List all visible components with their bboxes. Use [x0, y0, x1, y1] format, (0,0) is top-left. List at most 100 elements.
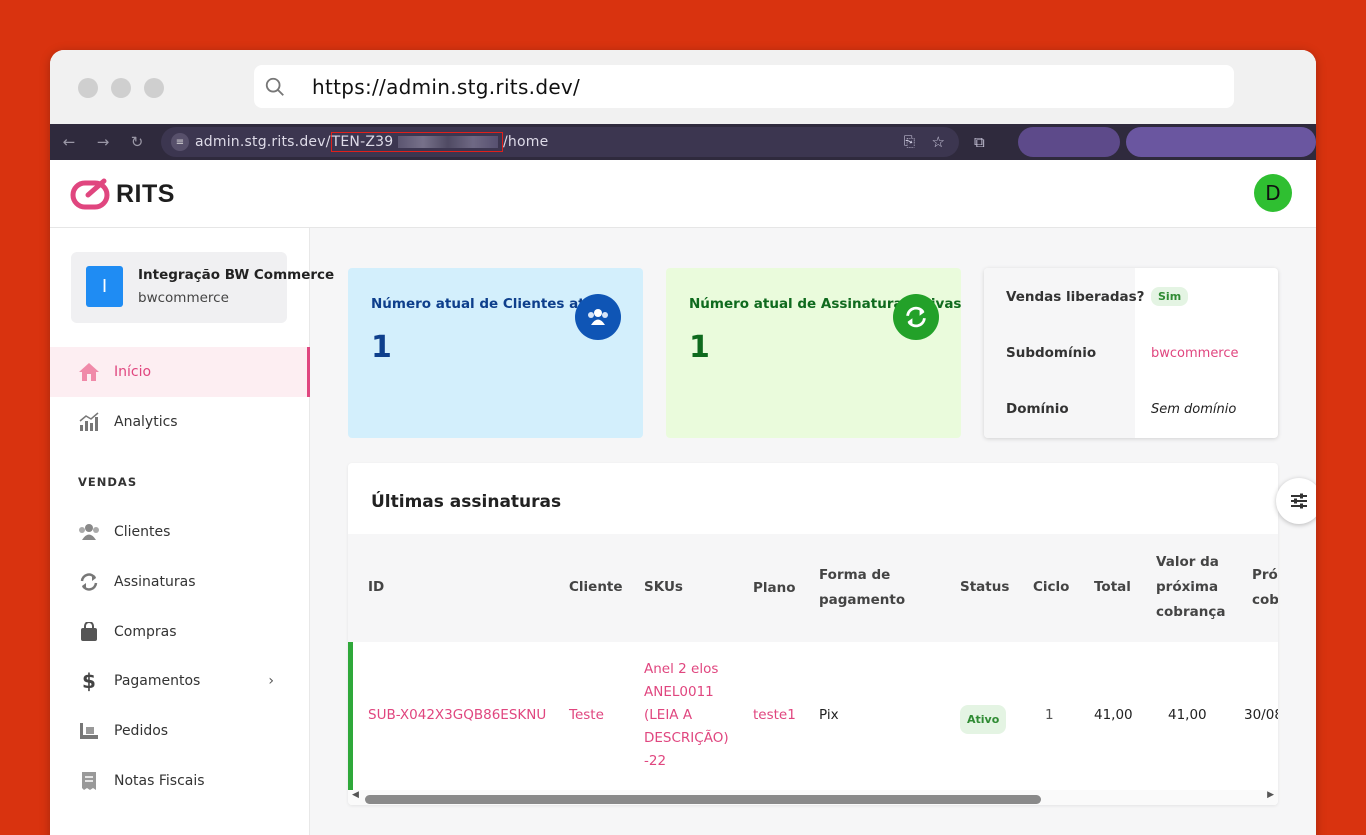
- omnibox[interactable]: ≡ admin.stg.rits.dev/TEN-Z39 /home ⎘ ☆: [161, 127, 959, 157]
- user-avatar[interactable]: D: [1254, 174, 1292, 212]
- sidebar-item-analytics[interactable]: Analytics: [50, 397, 310, 447]
- col-valor-proxima[interactable]: Valor da próxima cobrança: [1156, 550, 1225, 625]
- omnibox-address: admin.stg.rits.dev/TEN-Z39 /home: [195, 132, 548, 152]
- subdominio-link[interactable]: bwcommerce: [1151, 346, 1239, 361]
- url-bar[interactable]: https://admin.stg.rits.dev/: [254, 65, 1234, 108]
- col-total[interactable]: Total: [1094, 575, 1131, 600]
- status-badge: Ativo: [960, 705, 1007, 734]
- section-vendas-heading: VENDAS: [78, 475, 138, 489]
- col-plano[interactable]: Plano: [753, 576, 796, 601]
- col-id[interactable]: ID: [368, 575, 384, 600]
- redacted-block: [398, 136, 499, 148]
- search-icon: [265, 77, 284, 96]
- assinaturas-card-value: 1: [689, 330, 710, 365]
- col-forma-line2: pagamento: [819, 592, 906, 608]
- sidebar-item-label: Notas Fiscais: [114, 773, 205, 789]
- store-slug: bwcommerce: [138, 290, 229, 306]
- ultimas-assinaturas-card: Últimas assinaturas ID Cliente SKUs Plan…: [348, 463, 1278, 805]
- window-minimize-dot[interactable]: [111, 78, 131, 98]
- col-valor-line2: próxima: [1156, 579, 1219, 595]
- browser-titlebar: https://admin.stg.rits.dev/: [50, 50, 1316, 124]
- rits-logo-icon: [70, 178, 110, 210]
- vendas-liberadas-label: Vendas liberadas?: [1006, 289, 1145, 305]
- cell-id-link[interactable]: SUB-X042X3GQB86ESKNU: [368, 704, 546, 727]
- col-forma-line1: Forma de: [819, 567, 891, 583]
- rits-logo[interactable]: RITS: [70, 177, 175, 211]
- subdominio-label: Subdomínio: [1006, 345, 1097, 361]
- account-chip[interactable]: [1126, 127, 1316, 157]
- assinaturas-ativas-card: Número atual de Assinaturas ativas 1: [666, 268, 961, 438]
- reload-icon[interactable]: ↻: [120, 133, 154, 151]
- cell-status: Ativo: [960, 705, 1007, 734]
- chrome-toolbar: ← → ↻ ≡ admin.stg.rits.dev/TEN-Z39 /home…: [50, 124, 1316, 160]
- scrollbar-thumb[interactable]: [365, 795, 1041, 804]
- logo-text: RITS: [116, 179, 175, 208]
- profile-chip[interactable]: [1018, 127, 1120, 157]
- repeat-icon: [78, 571, 100, 593]
- dominio-value: Sem domínio: [1151, 402, 1237, 417]
- address-tenant-highlight: TEN-Z39: [330, 132, 504, 152]
- sku-line: Anel 2 elos: [644, 661, 719, 677]
- app-root: RITS D I Integração BW Commerce bwcommer…: [50, 160, 1316, 835]
- scroll-left-arrow-icon[interactable]: ◀: [352, 790, 359, 800]
- browser-window: https://admin.stg.rits.dev/ ← → ↻ ≡ admi…: [50, 50, 1316, 835]
- translate-icon[interactable]: ⎘: [904, 134, 915, 150]
- col-ciclo[interactable]: Ciclo: [1033, 575, 1069, 600]
- analytics-icon: [78, 411, 100, 433]
- chevron-right-icon: ›: [268, 673, 274, 689]
- col-proxima-cobranca[interactable]: Próx cobr: [1252, 563, 1278, 613]
- cell-total: 41,00: [1094, 707, 1133, 723]
- dominio-label: Domínio: [1006, 401, 1069, 417]
- sidebar-item-label: Assinaturas: [114, 574, 196, 590]
- table-row[interactable]: SUB-X042X3GQB86ESKNU Teste Anel 2 elos A…: [348, 642, 1278, 790]
- sku-line: -22: [644, 753, 667, 769]
- back-arrow-icon[interactable]: ←: [52, 133, 86, 151]
- window-maximize-dot[interactable]: [144, 78, 164, 98]
- store-avatar: I: [86, 266, 123, 307]
- sidebar-item-pedidos[interactable]: Pedidos: [50, 706, 310, 756]
- cell-skus[interactable]: Anel 2 elos ANEL0011 (LEIA A DESCRIÇÃO) …: [644, 658, 729, 773]
- window-close-dot[interactable]: [78, 78, 98, 98]
- forward-arrow-icon[interactable]: →: [86, 133, 120, 151]
- vendas-liberadas-value: Sim: [1151, 287, 1189, 306]
- col-cliente[interactable]: Cliente: [569, 575, 623, 600]
- sidebar-item-label: Compras: [114, 624, 177, 640]
- sidebar-item-clientes[interactable]: Clientes: [50, 507, 310, 557]
- sku-line: (LEIA A: [644, 707, 693, 723]
- sidebar-item-compras[interactable]: Compras: [50, 607, 310, 657]
- extensions-icon[interactable]: ⧉: [974, 133, 985, 151]
- col-skus[interactable]: SKUs: [644, 575, 683, 600]
- app-header: RITS D: [50, 160, 1316, 228]
- col-status[interactable]: Status: [960, 575, 1009, 600]
- repeat-icon: [893, 294, 939, 340]
- users-icon: [78, 521, 100, 543]
- settings-fab[interactable]: [1276, 478, 1316, 524]
- col-forma-pagamento[interactable]: Forma de pagamento: [819, 563, 905, 613]
- cell-cliente-link[interactable]: Teste: [569, 704, 604, 727]
- horizontal-scrollbar[interactable]: ◀ ▶: [348, 790, 1278, 805]
- sidebar-item-assinaturas[interactable]: Assinaturas: [50, 557, 310, 607]
- receipt-icon: [78, 770, 100, 792]
- cell-forma: Pix: [819, 707, 839, 723]
- cell-ciclo: 1: [1045, 707, 1054, 723]
- sidebar-item-inicio[interactable]: Início: [50, 347, 310, 397]
- url-text: https://admin.stg.rits.dev/: [312, 74, 581, 99]
- cell-plano-link[interactable]: teste1: [753, 704, 796, 727]
- cell-proxima: 30/08: [1244, 707, 1278, 723]
- table-header: ID Cliente SKUs Plano Forma de pagamento …: [348, 534, 1278, 642]
- sidebar-item-pagamentos[interactable]: $ Pagamentos ›: [50, 656, 310, 706]
- sidebar-item-notas-fiscais[interactable]: Notas Fiscais: [50, 756, 310, 806]
- sliders-icon: [1291, 493, 1307, 509]
- sku-line: DESCRIÇÃO): [644, 730, 729, 746]
- cell-valor: 41,00: [1168, 707, 1207, 723]
- site-settings-icon[interactable]: ≡: [171, 133, 189, 151]
- users-icon: [575, 294, 621, 340]
- scroll-right-arrow-icon[interactable]: ▶: [1267, 790, 1274, 800]
- store-selector[interactable]: I Integração BW Commerce bwcommerce: [71, 252, 334, 323]
- sidebar-item-label: Clientes: [114, 524, 171, 540]
- address-prefix: admin.stg.rits.dev/: [195, 134, 331, 150]
- dollar-icon: $: [82, 669, 96, 693]
- table-title: Últimas assinaturas: [371, 492, 562, 512]
- bookmark-star-icon[interactable]: ☆: [932, 133, 945, 151]
- address-tenant: TEN-Z39: [331, 134, 394, 150]
